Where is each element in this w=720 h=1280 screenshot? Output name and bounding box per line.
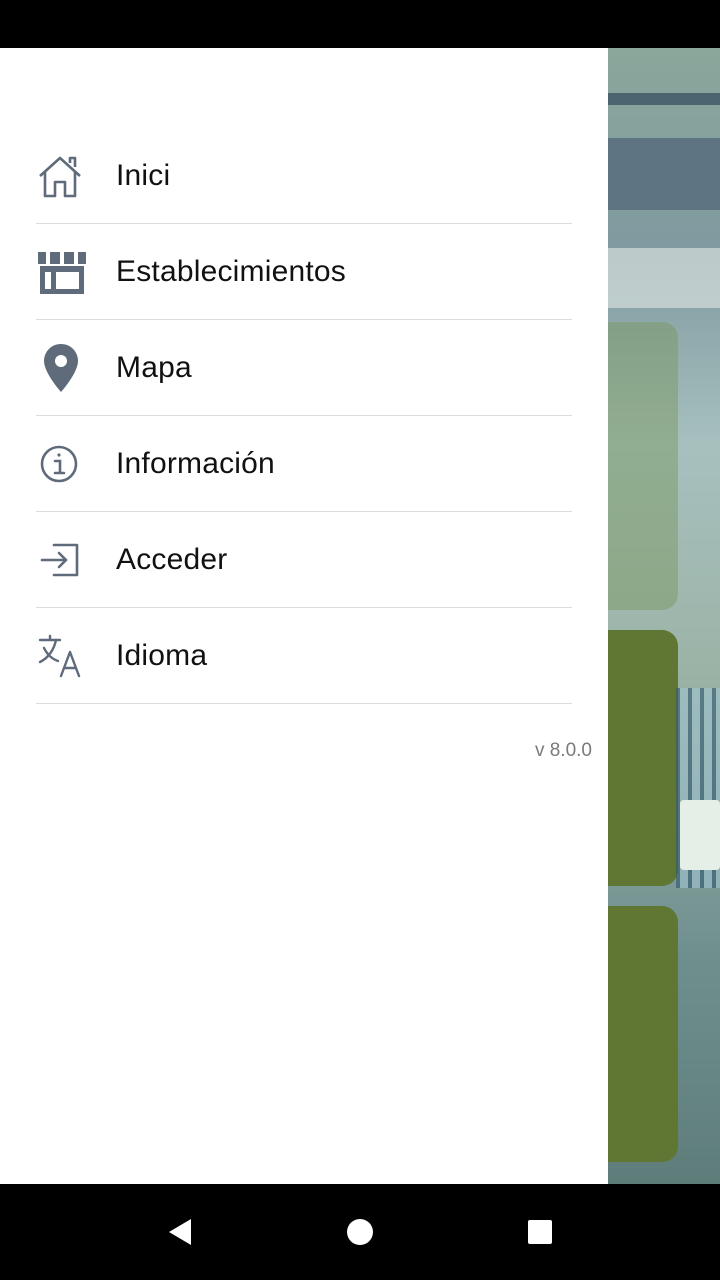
info-icon — [36, 434, 116, 494]
background-image — [680, 800, 720, 870]
menu-item-mapa[interactable]: Mapa — [36, 320, 572, 416]
app-version: v 8.0.0 — [534, 740, 592, 761]
menu-label: Información — [116, 446, 275, 480]
menu-label: Idioma — [116, 638, 208, 672]
store-icon — [36, 242, 116, 302]
status-bar — [0, 0, 720, 48]
menu-item-inici[interactable]: Inici — [36, 128, 572, 224]
system-navigation-bar — [0, 1184, 720, 1280]
login-icon — [36, 530, 116, 590]
menu-item-idioma[interactable]: Idioma — [36, 608, 572, 704]
back-button[interactable] — [140, 1184, 220, 1280]
menu-label: Mapa — [116, 350, 192, 384]
menu-label: Inici — [116, 158, 171, 192]
menu-item-establecimientos[interactable]: Establecimientos — [36, 224, 572, 320]
navigation-drawer: Inici Establecimientos Mapa Información … — [0, 48, 608, 1184]
translate-icon — [36, 626, 116, 686]
home-circle-icon — [347, 1219, 373, 1245]
menu-label: Acceder — [116, 542, 228, 576]
menu-label: Establecimientos — [116, 254, 346, 288]
recent-apps-button[interactable] — [500, 1184, 580, 1280]
home-icon — [36, 146, 116, 206]
home-button[interactable] — [320, 1184, 400, 1280]
map-pin-icon — [36, 338, 116, 398]
square-icon — [528, 1220, 552, 1244]
drawer-menu: Inici Establecimientos Mapa Información … — [36, 128, 572, 704]
menu-item-informacion[interactable]: Información — [36, 416, 572, 512]
back-icon — [169, 1219, 191, 1245]
menu-item-acceder[interactable]: Acceder — [36, 512, 572, 608]
